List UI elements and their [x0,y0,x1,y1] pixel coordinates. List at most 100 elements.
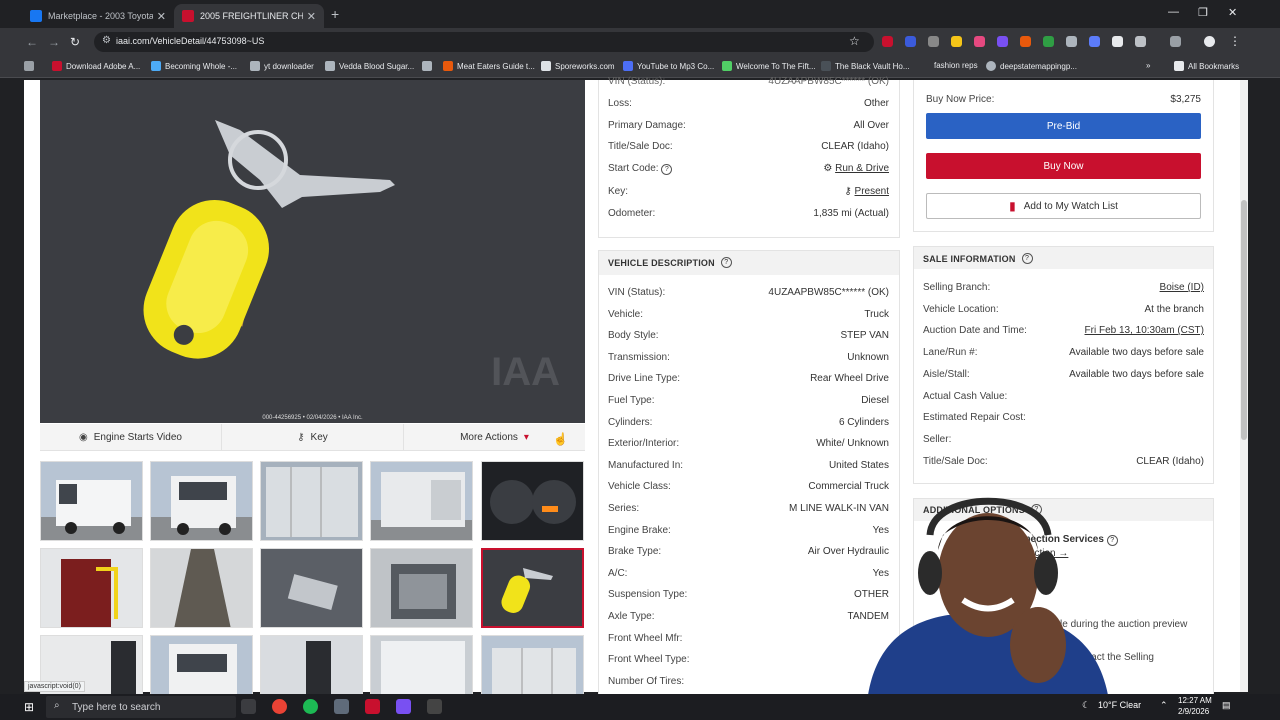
vin-label-partial: VIN (Status): [608,76,666,87]
close-tab-icon[interactable]: ✕ [307,10,316,23]
key-value[interactable]: ⚷ Present [700,186,889,197]
thumbnail[interactable] [370,461,473,541]
vehicle-description-label: Front Wheel Mfr: [608,633,683,644]
taskbar-search-placeholder: Type here to search [72,701,161,713]
site-info-icon[interactable]: ⚙ [102,35,111,46]
vehicle-description-label: Brake Type: [608,546,662,557]
title-doc-label: Title/Sale Doc: [608,141,673,152]
app-icon[interactable] [334,699,349,714]
thumbnail[interactable] [260,461,363,541]
help-icon[interactable]: ? [720,257,732,268]
watch-list-button[interactable]: ▮ Add to My Watch List [926,193,1201,219]
bookmarks-overflow-icon[interactable]: » [1146,61,1150,70]
pre-bid-button[interactable]: Pre-Bid [926,113,1201,139]
help-icon[interactable]: ? [661,164,673,175]
thumbnail[interactable] [150,461,253,541]
apps-icon[interactable] [24,61,38,71]
main-vehicle-image[interactable]: IAA 000-44256925 • 02/04/2026 • IAA Inc. [40,80,585,423]
bookmark-item[interactable]: The Black Vault Ho... [821,61,910,71]
side-panel-icon[interactable] [1170,36,1181,47]
sale-information-label: Estimated Repair Cost: [923,412,1026,423]
bookmark-item[interactable]: YouTube to Mp3 Co... [623,61,714,71]
extension-icon[interactable] [882,36,893,47]
key-label: Key: [608,186,629,197]
buy-now-button[interactable]: Buy Now [926,153,1201,179]
clock-time[interactable]: 12:27 AM [1178,696,1212,705]
sale-information-value[interactable]: Fri Feb 13, 10:30am (CST) [1040,325,1204,336]
search-icon: ⌕ [54,700,60,711]
sale-information-value: At the branch [1144,304,1204,315]
thumbnail-selected[interactable] [481,548,584,628]
extension-icon[interactable] [1043,36,1054,47]
minimize-icon[interactable]: — [1168,6,1179,18]
engine-starts-video-button[interactable]: ◉ Engine Starts Video [40,424,222,450]
thumbnail[interactable] [260,548,363,628]
thumbnail[interactable] [370,548,473,628]
sale-information-value[interactable]: Boise (ID) [1040,282,1204,293]
thumbnail[interactable] [40,548,143,628]
extension-icon[interactable] [928,36,939,47]
restore-icon[interactable]: ❐ [1198,6,1208,19]
scrollbar-thumb[interactable] [1241,200,1247,440]
sale-information-label: Auction Date and Time: [923,325,1027,336]
extension-icon[interactable] [951,36,962,47]
bookmark-item[interactable]: fashion reps [934,61,978,70]
sale-information-label: Selling Branch: [923,282,991,293]
tab-marketplace[interactable]: Marketplace - 2003 Toyota Taco ✕ [22,4,174,28]
extension-icon[interactable] [1020,36,1031,47]
vehicle-description-label: Engine Brake: [608,525,671,536]
app-icon[interactable] [427,699,442,714]
bookmark-item[interactable]: deepstatemappingp... [986,61,1077,71]
bookmark-item[interactable]: Vedda Blood Sugar... [325,61,414,71]
bookmark-item[interactable]: Download Adobe A... [52,61,140,71]
clock-date[interactable]: 2/9/2026 [1178,707,1209,716]
reload-icon[interactable]: ↻ [70,35,80,49]
webcam-overlay [848,495,1148,695]
bookmark-item[interactable] [422,61,444,71]
profile-icon[interactable] [1204,36,1215,47]
chrome-icon[interactable] [272,699,287,714]
task-view-icon[interactable] [241,699,256,714]
close-window-icon[interactable]: ✕ [1228,6,1237,19]
app-icon[interactable] [396,699,411,714]
key-button[interactable]: ⚷ Key [222,424,404,450]
extension-icon[interactable] [1089,36,1100,47]
extension-icon[interactable] [1066,36,1077,47]
windows-start-icon[interactable]: ⊞ [24,700,34,714]
weather[interactable]: 10°F Clear [1098,700,1141,710]
tray-chevron-icon[interactable]: ⌃ [1160,700,1168,711]
thumbnail[interactable] [150,548,253,628]
menu-icon[interactable]: ⋮ [1229,34,1241,48]
vehicle-description-value: Commercial Truck [808,481,889,492]
vehicle-description-label: Series: [608,503,640,514]
all-bookmarks[interactable]: All Bookmarks [1174,61,1239,71]
new-tab-icon[interactable]: + [331,6,339,22]
tab-freightliner[interactable]: 2005 FREIGHTLINER CHASSIS M ✕ [174,4,324,28]
start-code-value[interactable]: ⚙ Run & Drive [700,163,889,174]
help-icon[interactable]: ? [1021,253,1033,264]
forward-icon[interactable]: → [48,35,60,49]
thumbnail[interactable] [481,461,584,541]
taskbar-search[interactable]: Type here to search [46,696,236,718]
engine-icon: ⚙ [823,163,833,174]
vehicle-description-label: Suspension Type: [608,589,688,600]
close-tab-icon[interactable]: ✕ [157,10,166,23]
bookmark-item[interactable]: Meat Eaters Guide t... [443,61,535,71]
extension-icon[interactable] [974,36,985,47]
bookmark-item[interactable]: Welcome To The Fift... [722,61,816,71]
bookmark-item[interactable]: Becoming Whole -... [151,61,237,71]
bookmark-item[interactable]: yt downloader [250,61,314,71]
app-icon[interactable] [365,699,380,714]
extension-icon[interactable] [997,36,1008,47]
extension-icon[interactable] [905,36,916,47]
vehicle-description-value: White/ Unknown [816,438,889,449]
notifications-icon[interactable]: ▤ [1222,700,1231,711]
extensions-puzzle-icon[interactable] [1135,36,1146,47]
spotify-icon[interactable] [303,699,318,714]
back-icon[interactable]: ← [26,35,38,49]
watch-list-label: Add to My Watch List [1023,200,1118,212]
bookmark-item[interactable]: Sporeworks.com [541,61,615,71]
thumbnail[interactable] [40,461,143,541]
extension-icon[interactable] [1112,36,1123,47]
bookmark-star-icon[interactable]: ☆ [849,34,860,48]
